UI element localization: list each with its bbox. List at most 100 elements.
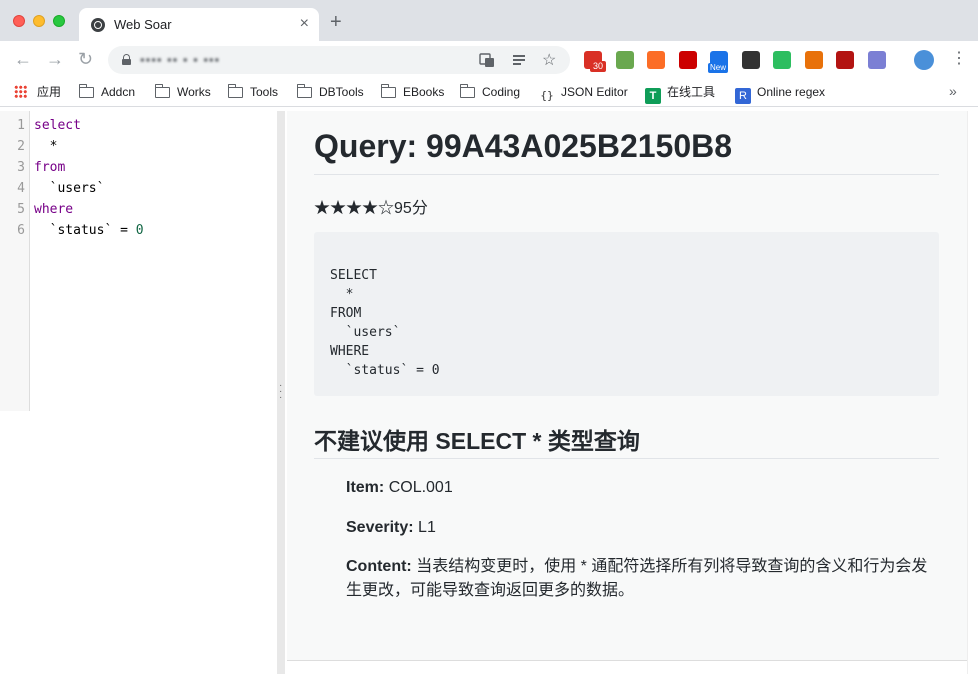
editor-line[interactable]: 2 *	[0, 136, 277, 157]
sql-line: WHERE	[330, 344, 370, 359]
star-rating-icon: ★★★★☆	[314, 200, 395, 217]
divider	[314, 174, 939, 175]
bookmark-tools[interactable]: Tools	[227, 84, 279, 102]
m-ext-extension-icon[interactable]	[741, 51, 760, 69]
timer-extension-icon[interactable]	[836, 51, 854, 69]
globe-icon	[91, 18, 105, 32]
extension-badge: New	[708, 63, 729, 73]
bookmark-dbtools[interactable]: DBTools	[296, 84, 364, 102]
folder-icon	[296, 84, 312, 98]
code-text: from	[34, 157, 65, 178]
bookmark-online-tools[interactable]: T 在线工具	[645, 84, 715, 104]
url-text: ▪▪▪▪ ▪▪ ▪ ▪ ▪▪▪	[140, 52, 221, 67]
braces-icon: {}	[540, 89, 554, 102]
editor-line[interactable]: 6 `status` = 0	[0, 220, 277, 241]
profile-avatar[interactable]	[914, 50, 934, 70]
editor-line[interactable]: 5 where	[0, 199, 277, 220]
translate-icon[interactable]	[479, 52, 495, 71]
t-icon: T	[645, 88, 661, 104]
evernote-extension-icon[interactable]	[773, 51, 791, 69]
divider	[314, 458, 939, 459]
bookmark-label: EBooks	[403, 85, 445, 99]
sql-editor[interactable]: 1 select 2 * 3 from 4 `users` 5 where 6 `status`…	[0, 111, 277, 411]
bookmark-label: Coding	[482, 85, 521, 99]
bookmark-label: DBTools	[319, 85, 364, 99]
bookmark-addcn[interactable]: Addcn	[78, 84, 136, 102]
title-bar: Web Soar × +	[0, 0, 978, 41]
reload-button[interactable]: ↻	[78, 49, 93, 69]
page-scrollbar[interactable]	[967, 111, 978, 674]
more-bookmarks-icon[interactable]: »	[949, 83, 957, 99]
score-value: 95分	[394, 200, 428, 217]
report-panel: Query: 99A43A025B2150B8 ★★★★☆95分 SELECT …	[287, 111, 967, 660]
new-ext-extension-icon[interactable]: New	[708, 51, 729, 73]
reader-mode-icon[interactable]	[511, 52, 527, 71]
item-label: Item:	[346, 479, 385, 496]
editor-line[interactable]: 4 `users`	[0, 178, 277, 199]
extension-badge: 30	[590, 61, 607, 72]
browser-toolbar: ← → ↻ ▪▪▪▪ ▪▪ ▪ ▪ ▪▪▪ ☆ 30 New ⋮	[0, 41, 978, 79]
report-footer	[287, 660, 967, 674]
browser-menu-icon[interactable]: ⋮	[951, 48, 967, 68]
sql-line: `users`	[330, 325, 401, 340]
sql-number: 0	[135, 223, 144, 238]
bookmark-coding[interactable]: Coding	[459, 84, 521, 102]
bookmark-label: Tools	[250, 85, 279, 99]
fe-helper-extension-icon[interactable]	[678, 51, 697, 69]
folder-icon	[227, 84, 243, 98]
drag-handle-icon[interactable]: · · ·	[279, 381, 282, 403]
sql-line: *	[330, 287, 354, 302]
line-number: 5	[17, 202, 25, 217]
settings-extension-icon[interactable]	[867, 51, 886, 69]
close-tab-icon[interactable]: ×	[300, 15, 309, 33]
folder-icon	[459, 84, 475, 98]
score-rating: ★★★★☆95分	[314, 194, 428, 218]
new-tab-button[interactable]: +	[330, 12, 342, 32]
line-number: 1	[17, 118, 25, 133]
back-button[interactable]: ←	[14, 49, 32, 69]
severity-value: L1	[418, 519, 436, 536]
formatted-sql-block: SELECT * FROM `users` WHERE `status` = 0	[314, 232, 939, 396]
bookmark-label: Addcn	[101, 85, 136, 99]
line-number: 4	[17, 181, 25, 196]
folder-icon	[78, 84, 94, 98]
sql-keyword: where	[34, 202, 74, 217]
apps-grid-icon	[14, 85, 27, 98]
bookmark-label: JSON Editor	[561, 85, 628, 99]
bookmark-ebooks[interactable]: EBooks	[380, 84, 445, 102]
gmail-extension-icon[interactable]: 30	[584, 51, 607, 72]
tab-web-soar[interactable]: Web Soar ×	[79, 8, 319, 41]
sql-line: SELECT	[330, 268, 377, 283]
forward-button[interactable]: →	[46, 49, 64, 69]
minimize-window-button[interactable]	[33, 15, 45, 27]
address-bar[interactable]: ▪▪▪▪ ▪▪ ▪ ▪ ▪▪▪ ☆	[108, 46, 570, 74]
tab-title: Web Soar	[114, 17, 172, 32]
sql-line: FROM	[330, 306, 362, 321]
folder-icon	[380, 84, 396, 98]
bookmark-json-editor[interactable]: {} JSON Editor	[539, 84, 628, 102]
sql-keyword: select	[34, 118, 81, 133]
item-value: COL.001	[388, 479, 453, 496]
line-number: 6	[17, 223, 25, 238]
content-field: Content: 当表结构变更时，使用 * 通配符选择所有列将导致查询的含义和行…	[346, 555, 939, 603]
sql-token: *	[34, 139, 58, 154]
bookmark-label: 应用	[37, 85, 62, 99]
tampermonkey-extension-icon[interactable]	[615, 51, 634, 69]
code-text: *	[34, 136, 58, 157]
close-window-button[interactable]	[13, 15, 25, 27]
sql-keyword: from	[34, 160, 66, 175]
severity-label: Severity:	[346, 519, 414, 536]
editor-line[interactable]: 1 select	[0, 115, 277, 136]
maximize-window-button[interactable]	[53, 15, 65, 27]
severity-field: Severity: L1	[346, 516, 939, 540]
panel-splitter[interactable]: · · ·	[277, 111, 285, 674]
bookmark-star-icon[interactable]: ☆	[542, 50, 556, 70]
bookmark-works[interactable]: Works	[154, 84, 211, 102]
editor-line[interactable]: 3 from	[0, 157, 277, 178]
bookmark-online-regex[interactable]: R Online regex	[735, 84, 825, 104]
r-icon: R	[735, 88, 751, 104]
bookmark-apps[interactable]: 应用	[14, 84, 61, 102]
line-number: 3	[17, 160, 25, 175]
gitlab-extension-icon[interactable]	[647, 51, 665, 69]
puzzle-extension-icon[interactable]	[804, 51, 823, 69]
